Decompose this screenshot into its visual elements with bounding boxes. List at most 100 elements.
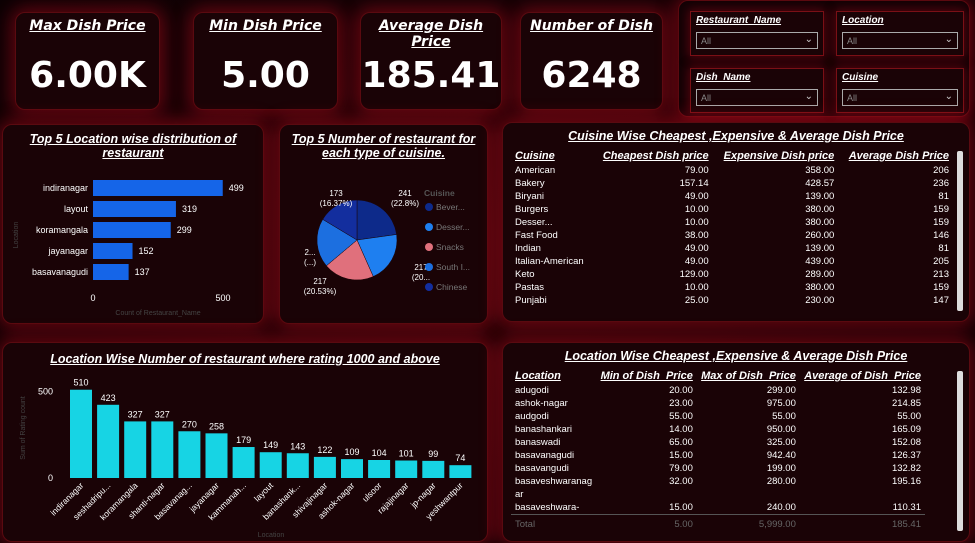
bar [151,421,174,478]
table-cell: American [515,165,556,176]
table-row[interactable]: American 79.00 358.00 206 [511,164,953,177]
data-label: 101 [399,449,414,459]
table-cell: 213 [933,269,949,280]
kpi-card-number-of-dish: Number of Dish 6248 [520,12,663,110]
table-row[interactable]: banashankari 14.00 950.00 165.09 [511,423,925,436]
table-cell: 159 [933,282,949,293]
table-cell: 380.00 [805,204,835,215]
column-header[interactable]: Cheapest Dish price [592,150,712,164]
bar [93,243,133,259]
column-header[interactable]: Average Dish Price [838,150,953,164]
table-row[interactable]: ar [511,488,925,501]
table-row[interactable]: Italian-American 49.00 439.00 205 [511,255,953,268]
slicer-location[interactable]: Location All ⌄ [836,11,964,56]
table-row[interactable]: Punjabi 25.00 230.00 147 [511,294,953,307]
table-row[interactable]: basavangudi 79.00 199.00 132.82 [511,462,925,475]
table-cell: 240.00 [766,501,796,513]
table-row[interactable]: ashok-nagar 23.00 975.00 214.85 [511,397,925,410]
column-header[interactable]: Min of Dish_Price [596,370,697,384]
table-row[interactable]: basaveshwaranag 32.00 280.00 195.16 [511,475,925,488]
table-cell: 132.98 [891,385,921,396]
scrollbar[interactable] [957,371,963,531]
location-price-table: Location Min of Dish_Price Max of Dish_P… [511,370,925,530]
table-cell: 214.85 [891,398,921,409]
slicer-dropdown[interactable]: All ⌄ [696,89,818,106]
kpi-value: 6248 [541,55,642,96]
chevron-down-icon: ⌄ [944,91,953,102]
table-row[interactable]: Biryani 49.00 139.00 81 [511,190,953,203]
column-header[interactable]: Cuisine [511,150,592,164]
table-row[interactable]: Burgers 10.00 380.00 159 [511,203,953,216]
slicer-value: All [847,36,858,46]
table-cell: 5.00 [674,518,693,530]
table-cell: adugodi [515,385,549,396]
kpi-value: 185.41 [361,55,501,96]
scrollbar[interactable] [957,151,963,311]
tick-label: 500 [215,293,230,303]
column-header[interactable]: Location [511,370,596,384]
table-cell: 975.00 [766,398,796,409]
kpi-value: 6.00K [29,55,146,96]
table-row[interactable]: adugodi 20.00 299.00 132.98 [511,384,925,397]
slicer-dropdown[interactable]: All ⌄ [842,89,958,106]
table-row[interactable]: audgodi 55.00 55.00 55.00 [511,410,925,423]
slicer-dish-name[interactable]: Dish_Name All ⌄ [690,68,824,113]
slicer-label: Restaurant_Name [696,15,782,26]
table-row[interactable]: Fast Food 38.00 260.00 146 [511,229,953,242]
cuisine-pie-card: Top 5 Number of restaurant for each type… [279,124,488,324]
slicer-dropdown[interactable]: All ⌄ [696,32,818,49]
data-label: 143 [290,441,305,451]
legend-marker [425,283,433,291]
table-cell: basaveshwaranag [515,476,593,487]
data-label: 319 [182,204,197,214]
table-cell: 185.41 [891,518,921,530]
category-label: layout [64,204,89,214]
kpi-card-max-price: Max Dish Price 6.00K [15,12,160,110]
table-cell [800,488,925,501]
axis-label: Sum of Rating count [20,396,27,459]
bar [93,201,176,217]
table-row[interactable]: basavanagudi 15.00 942.40 126.37 [511,449,925,462]
table-row[interactable]: Indian 49.00 139.00 81 [511,242,953,255]
column-header[interactable]: Max of Dish_Price [697,370,800,384]
table-cell: 14.00 [669,424,693,435]
table-cell: 325.00 [766,437,796,448]
slicer-cuisine[interactable]: Cuisine All ⌄ [836,68,964,113]
table-row[interactable]: basaveshwara- 15.00 240.00 110.31 [511,501,925,514]
slicer-dropdown[interactable]: All ⌄ [842,32,958,49]
bar [93,222,171,238]
column-header[interactable]: Expensive Dish price [713,150,839,164]
data-label: (16.37%) [320,199,353,208]
data-label: 327 [128,409,143,419]
data-label: 2... [304,248,315,257]
kpi-title: Min Dish Price [209,18,322,34]
slicer-restaurant-name[interactable]: Restaurant_Name All ⌄ [690,11,824,56]
table-row[interactable]: banaswadi 65.00 325.00 152.08 [511,436,925,449]
table-cell: 10.00 [684,282,709,293]
rating-bar-chart: 5000Sum of Rating count510indiranagar423… [20,378,472,539]
table-row[interactable]: Desser... 10.00 380.00 159 [511,216,953,229]
data-label: 327 [155,409,170,419]
table-cell: 25.00 [684,295,709,306]
tick-label: 0 [90,293,95,303]
column-header[interactable]: Average of Dish_Price [800,370,925,384]
table-row[interactable]: Pastas 10.00 380.00 159 [511,281,953,294]
bar [286,453,309,478]
slicer-value: All [847,93,858,103]
table-cell: banashankari [515,424,573,435]
data-label: (...) [304,258,316,267]
table-cell: basavangudi [515,463,569,474]
table-row[interactable]: Keto 129.00 289.00 213 [511,268,953,281]
table-row[interactable]: Bakery 157.14 428.57 236 [511,177,953,190]
data-label: 109 [344,447,359,457]
rating-chart-card: Location Wise Number of restaurant where… [2,342,488,542]
bar [93,264,129,280]
kpi-card-min-price: Min Dish Price 5.00 [193,12,338,110]
chevron-down-icon: ⌄ [804,91,813,102]
tick-label: 500 [38,386,53,396]
kpi-title: Number of Dish [530,18,653,34]
table-cell: audgodi [515,411,549,422]
legend-marker [425,243,433,251]
table-cell: 358.00 [805,165,835,176]
location-distribution-card: Top 5 Location wise distribution of rest… [2,124,264,324]
